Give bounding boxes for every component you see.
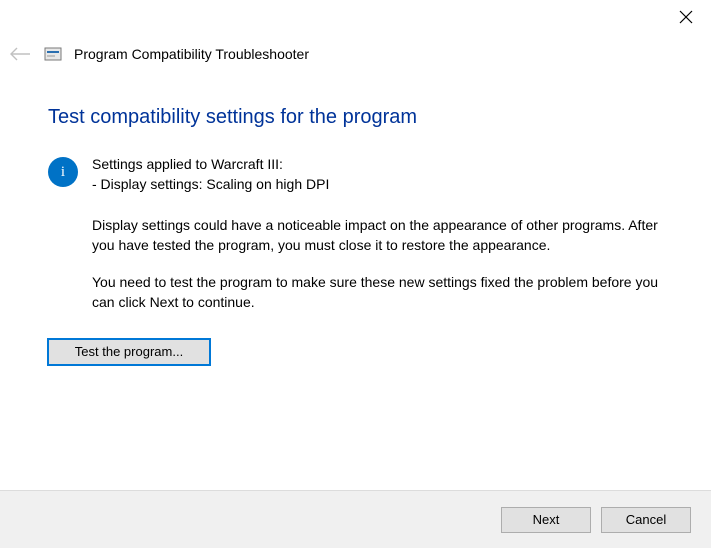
settings-line-2: - Display settings: Scaling on high DPI: [92, 175, 329, 195]
test-instruction-paragraph: You need to test the program to make sur…: [92, 273, 663, 312]
settings-line-1: Settings applied to Warcraft III:: [92, 155, 329, 175]
header-row: Program Compatibility Troubleshooter: [8, 44, 309, 64]
info-icon: i: [48, 157, 78, 187]
impact-paragraph: Display settings could have a noticeable…: [92, 216, 663, 255]
window-title: Program Compatibility Troubleshooter: [74, 46, 309, 62]
back-arrow-icon: [8, 44, 32, 64]
test-program-button[interactable]: Test the program...: [48, 339, 210, 365]
next-button[interactable]: Next: [501, 507, 591, 533]
settings-applied-text: Settings applied to Warcraft III: - Disp…: [92, 155, 329, 194]
page-title: Test compatibility settings for the prog…: [48, 106, 663, 129]
footer-bar: Next Cancel: [0, 490, 711, 548]
cancel-button[interactable]: Cancel: [601, 507, 691, 533]
troubleshooter-icon: [44, 45, 62, 63]
content-area: Test compatibility settings for the prog…: [48, 106, 663, 365]
close-icon[interactable]: [679, 10, 693, 24]
